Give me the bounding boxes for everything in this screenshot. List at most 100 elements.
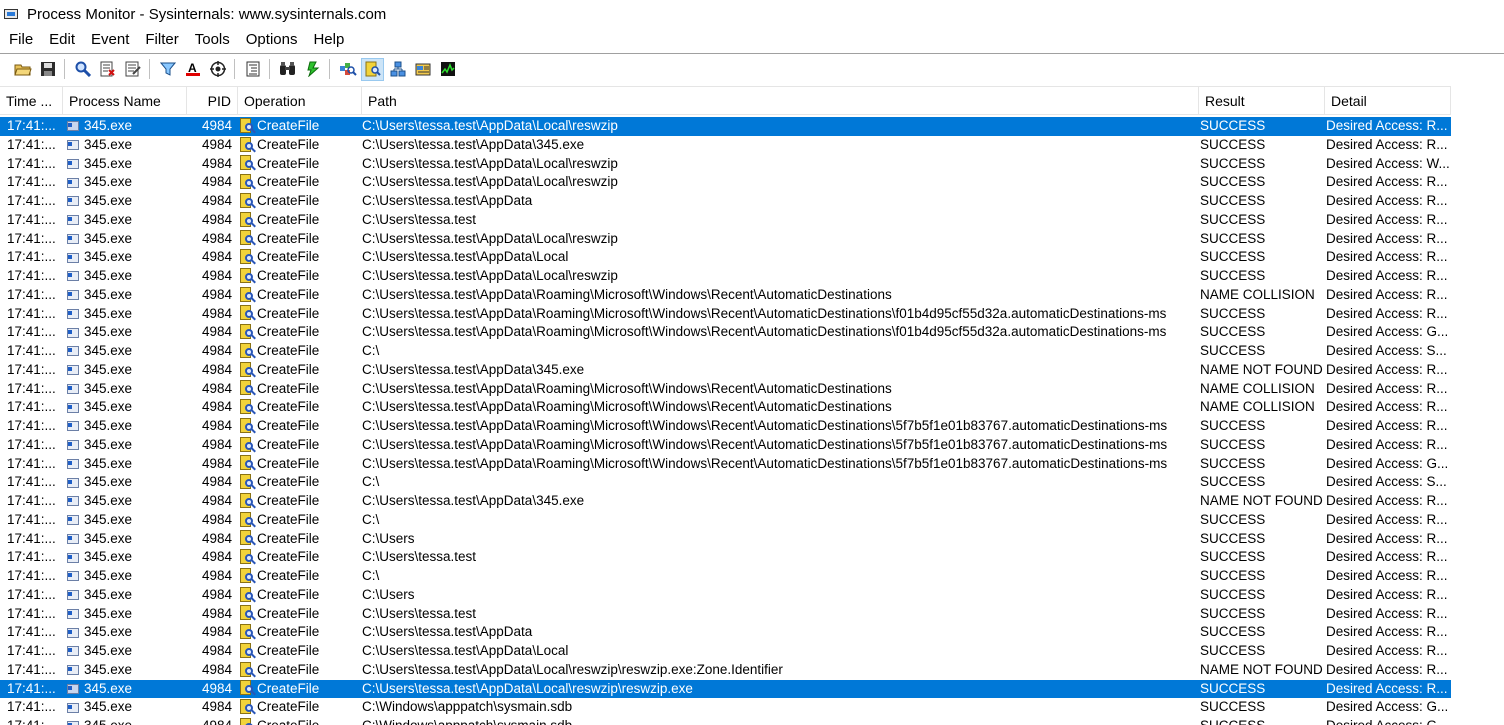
file-operation-icon (239, 567, 256, 585)
table-row[interactable]: 17:41:... 345.exe 4984 CreateFile C:\Users\t… (0, 323, 1451, 342)
cell-result: SUCCESS (1200, 568, 1266, 583)
cell-result: SUCCESS (1200, 530, 1266, 546)
table-row[interactable]: 17:41:... 345.exe 4984 CreateFile C:\Users\t… (0, 455, 1451, 474)
table-row[interactable]: 17:41:... 345.exe 4984 CreateFile C:\Users\t… (0, 136, 1451, 155)
cell-detail: Desired Access: S... (1326, 474, 1447, 490)
column-header-pid[interactable]: PID (187, 87, 238, 114)
process-name-label: 345.exe (84, 174, 133, 190)
process-activity-button[interactable] (411, 58, 434, 81)
cell-time: 17:41:... (7, 455, 56, 471)
file-operation-icon (239, 211, 256, 229)
table-row[interactable]: 17:41:... 345.exe 4984 CreateFile C:\Users\t… (0, 211, 1451, 230)
target-button[interactable] (206, 58, 229, 81)
table-row[interactable]: 17:41:... 345.exe 4984 CreateFile C:\Windows… (0, 717, 1451, 725)
table-row[interactable]: 17:41:... 345.exe 4984 CreateFile C:\Users SU… (0, 530, 1451, 549)
table-row[interactable]: 17:41:... 345.exe 4984 CreateFile C:\Users\t… (0, 305, 1451, 324)
process-tree-button[interactable] (241, 58, 264, 81)
process-name-label: 345.exe (84, 586, 133, 602)
cell-pid: 4984 (201, 380, 232, 396)
menu-tools[interactable]: Tools (187, 29, 238, 51)
save-button[interactable] (36, 58, 59, 81)
profiling-activity-button[interactable] (436, 58, 459, 81)
cell-pid: 4984 (201, 680, 232, 696)
table-row[interactable]: 17:41:... 345.exe 4984 CreateFile C:\Users\t… (0, 267, 1451, 286)
column-header-path[interactable]: Path (362, 87, 1199, 114)
filter-button[interactable] (156, 58, 179, 81)
table-row[interactable]: 17:41:... 345.exe 4984 CreateFile C:\Users\t… (0, 286, 1451, 305)
column-header-operation[interactable]: Operation (238, 87, 362, 114)
magnify-icon (75, 61, 91, 77)
table-row[interactable]: 17:41:... 345.exe 4984 CreateFile C:\Users\t… (0, 248, 1451, 267)
table-row[interactable]: 17:41:... 345.exe 4984 CreateFile C:\ SUCCESS… (0, 567, 1451, 586)
menu-edit[interactable]: Edit (41, 29, 83, 51)
column-header-result[interactable]: Result (1199, 87, 1325, 114)
cell-detail: Desired Access: G... (1326, 324, 1449, 340)
table-row[interactable]: 17:41:... 345.exe 4984 CreateFile C:\Users SU… (0, 586, 1451, 605)
file-operation-icon (239, 586, 256, 604)
table-row[interactable]: 17:41:... 345.exe 4984 CreateFile C:\Users\t… (0, 230, 1451, 249)
operation-label: CreateFile (257, 680, 320, 696)
column-header-detail[interactable]: Detail (1325, 87, 1451, 114)
find-button[interactable] (276, 58, 299, 81)
cell-path: C:\ (362, 474, 380, 490)
operation-label: CreateFile (257, 643, 320, 658)
column-header-process-name[interactable]: Process Name (63, 87, 187, 114)
cell-pid: 4984 (187, 717, 238, 725)
table-row[interactable]: 17:41:... 345.exe 4984 CreateFile C:\Users\t… (0, 398, 1451, 417)
table-row[interactable]: 17:41:... 345.exe 4984 CreateFile C:\Users\t… (0, 155, 1451, 174)
table-row[interactable]: 17:41:... 345.exe 4984 CreateFile C:\Users\t… (0, 380, 1451, 399)
operation-label: CreateFile (257, 399, 320, 415)
file-operation-icon (239, 661, 256, 679)
jump-button[interactable] (301, 58, 324, 81)
menu-event[interactable]: Event (83, 29, 137, 51)
file-activity-button[interactable] (361, 57, 384, 81)
cell-path: C:\Users\tessa.test\AppData (362, 193, 533, 208)
table-row[interactable]: 17:41:... 345.exe 4984 CreateFile C:\Users\t… (0, 117, 1451, 136)
cell-result: SUCCESS (1200, 624, 1266, 640)
cell-path: C:\Users\tessa.test\AppData\Local (362, 643, 569, 658)
table-row[interactable]: 17:41:... 345.exe 4984 CreateFile C:\Users\t… (0, 436, 1451, 455)
network-activity-button[interactable] (386, 58, 409, 81)
table-row[interactable]: 17:41:... 345.exe 4984 CreateFile C:\Windows… (0, 698, 1451, 717)
table-row[interactable]: 17:41:... 345.exe 4984 CreateFile C:\Users\t… (0, 642, 1451, 661)
file-operation-icon (239, 492, 256, 510)
autoscroll-button[interactable] (96, 58, 119, 81)
cell-detail: Desired Access: R... (1326, 511, 1448, 527)
operation-label: CreateFile (257, 455, 320, 471)
registry-activity-button[interactable] (336, 58, 359, 81)
menu-file[interactable]: File (0, 29, 41, 51)
cell-process-name: 345.exe (63, 267, 187, 286)
menu-help[interactable]: Help (305, 29, 352, 51)
cell-result: SUCCESS (1200, 511, 1266, 527)
table-row[interactable]: 17:41:... 345.exe 4984 CreateFile C:\Users\t… (0, 492, 1451, 511)
highlight-button[interactable]: A (181, 58, 204, 81)
table-row[interactable]: 17:41:... 345.exe 4984 CreateFile C:\ SUCCESS… (0, 342, 1451, 361)
table-row[interactable]: 17:41:... 345.exe 4984 CreateFile C:\Users\t… (0, 361, 1451, 380)
column-header-time[interactable]: Time ... (0, 87, 63, 114)
cell-result: NAME COLLISION (1200, 380, 1315, 396)
table-row[interactable]: 17:41:... 345.exe 4984 CreateFile C:\Users\t… (0, 679, 1451, 699)
table-row[interactable]: 17:41:... 345.exe 4984 CreateFile C:\Users\t… (0, 623, 1451, 642)
table-row[interactable]: 17:41:... 345.exe 4984 CreateFile C:\Users\t… (0, 192, 1451, 211)
cell-detail: Desired Access: R... (1326, 399, 1448, 415)
process-icon (66, 645, 80, 657)
process-icon (66, 402, 80, 414)
menu-options[interactable]: Options (238, 29, 306, 51)
cell-operation: CreateFile (238, 530, 362, 549)
table-row[interactable]: 17:41:... 345.exe 4984 CreateFile C:\ SUCCESS… (0, 473, 1451, 492)
process-name-label: 345.exe (84, 717, 132, 725)
cell-pid: 4984 (201, 249, 232, 265)
open-button[interactable] (11, 58, 34, 81)
table-row[interactable]: 17:41:... 345.exe 4984 CreateFile C:\Users\t… (0, 548, 1451, 567)
table-row[interactable]: 17:41:... 345.exe 4984 CreateFile C:\Users\t… (0, 417, 1451, 436)
cell-process-name: 345.exe (63, 417, 187, 436)
clear-button[interactable] (121, 58, 144, 81)
cell-detail: Desired Access: R... (1326, 193, 1448, 208)
table-row[interactable]: 17:41:... 345.exe 4984 CreateFile C:\Users\t… (0, 605, 1451, 624)
event-list[interactable]: Time ... Process Name PID Operation Path… (0, 86, 1504, 725)
table-row[interactable]: 17:41:... 345.exe 4984 CreateFile C:\Users\t… (0, 173, 1451, 192)
table-row[interactable]: 17:41:... 345.exe 4984 CreateFile C:\Users\t… (0, 661, 1451, 680)
menu-filter[interactable]: Filter (137, 29, 186, 51)
magnify-button[interactable] (71, 58, 94, 81)
table-row[interactable]: 17:41:... 345.exe 4984 CreateFile C:\ SUCCESS… (0, 511, 1451, 530)
